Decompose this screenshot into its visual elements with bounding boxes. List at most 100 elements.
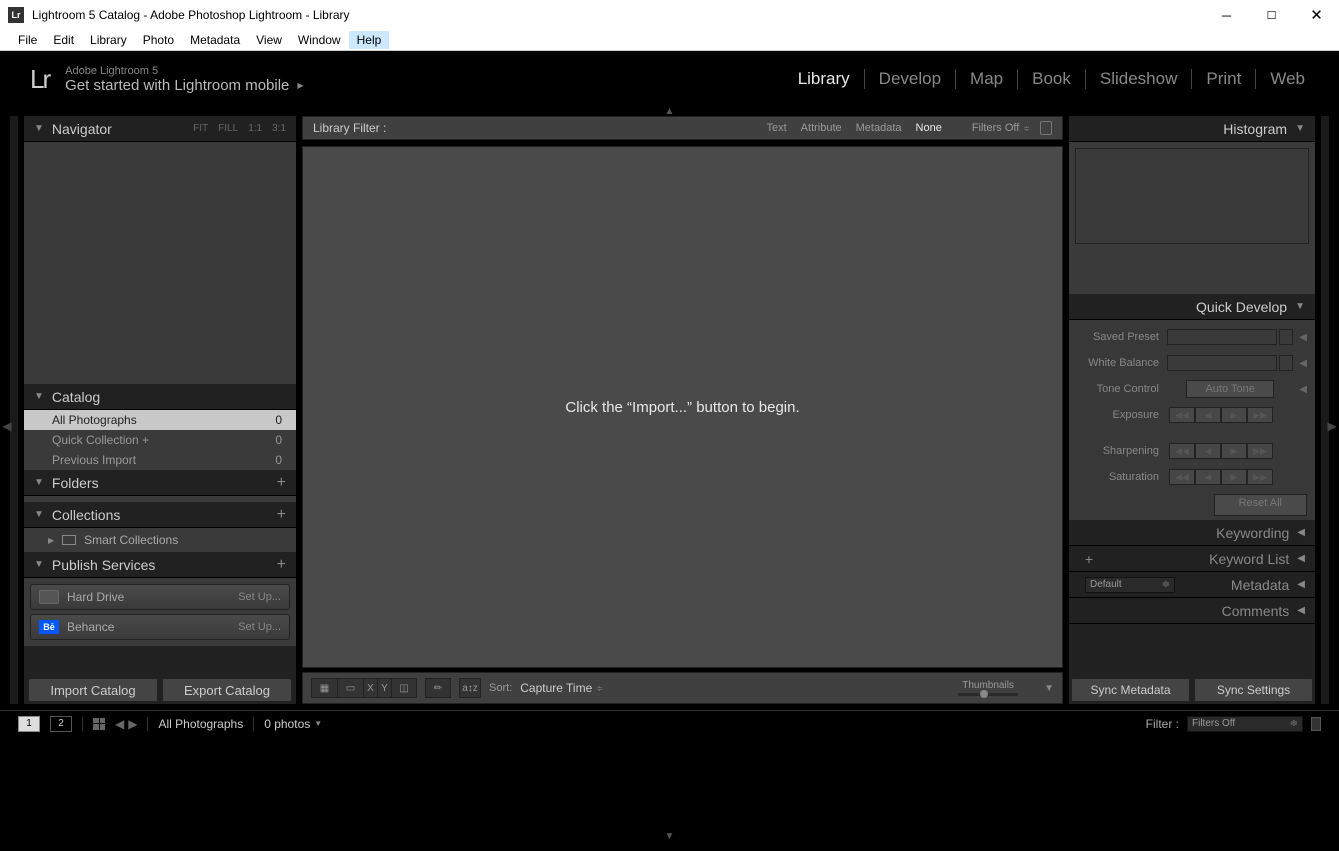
- collection-smart-collections[interactable]: ▶ Smart Collections: [24, 528, 296, 552]
- view-people-button[interactable]: ◫: [391, 678, 417, 698]
- catalog-previous-import[interactable]: Previous Import 0: [24, 450, 296, 470]
- section-toggle-icon[interactable]: ◀: [1299, 358, 1307, 369]
- painter-tool-button[interactable]: ✏: [425, 678, 451, 698]
- filter-metadata[interactable]: Metadata: [856, 122, 902, 134]
- stepper-icon[interactable]: [1279, 355, 1293, 371]
- module-book[interactable]: Book: [1018, 69, 1085, 89]
- stepper-icon[interactable]: [1279, 329, 1293, 345]
- folders-header[interactable]: ▼ Folders +: [24, 470, 296, 496]
- decrease-large-button[interactable]: ◀◀: [1169, 407, 1195, 423]
- filter-none[interactable]: None: [916, 122, 942, 134]
- menu-metadata[interactable]: Metadata: [182, 31, 248, 49]
- publish-setup-link[interactable]: Set Up...: [238, 621, 281, 633]
- menu-help[interactable]: Help: [349, 31, 390, 49]
- zoom-fill[interactable]: FILL: [218, 123, 238, 134]
- section-toggle-icon[interactable]: ◀: [1299, 332, 1307, 343]
- thumbnail-size-slider[interactable]: [958, 693, 1018, 696]
- zoom-1to1[interactable]: 1:1: [248, 123, 262, 134]
- decrease-large-button[interactable]: ◀◀: [1169, 469, 1195, 485]
- filmstrip-count[interactable]: 0 photos ▼: [264, 717, 322, 731]
- increase-button[interactable]: ▶: [1221, 469, 1247, 485]
- module-library[interactable]: Library: [784, 69, 864, 89]
- nav-back-button[interactable]: ◀: [115, 717, 124, 731]
- saved-preset-select[interactable]: [1167, 329, 1277, 345]
- library-grid[interactable]: Click the “Import...” button to begin.: [302, 146, 1063, 668]
- publish-setup-link[interactable]: Set Up...: [238, 591, 281, 603]
- publish-header[interactable]: ▼ Publish Services +: [24, 552, 296, 578]
- filmstrip[interactable]: [0, 736, 1339, 832]
- filter-preset-dropdown[interactable]: Filters Off: [972, 122, 1019, 134]
- module-slideshow[interactable]: Slideshow: [1086, 69, 1192, 89]
- menu-window[interactable]: Window: [290, 31, 349, 49]
- close-button[interactable]: ✕: [1294, 0, 1339, 30]
- top-panel-grip[interactable]: ▲: [0, 107, 1339, 116]
- identity-main[interactable]: Get started with Lightroom mobile ▶: [65, 77, 784, 94]
- metadata-preset-select[interactable]: Default: [1085, 577, 1175, 593]
- menu-library[interactable]: Library: [82, 31, 135, 49]
- menu-view[interactable]: View: [248, 31, 290, 49]
- view-compare-button[interactable]: X: [363, 678, 377, 698]
- filmstrip-filter-select[interactable]: Filters Off: [1187, 716, 1303, 732]
- zoom-fit[interactable]: FIT: [193, 123, 208, 134]
- catalog-quick-collection[interactable]: Quick Collection + 0: [24, 430, 296, 450]
- zoom-3to1[interactable]: 3:1: [272, 123, 286, 134]
- sort-direction-button[interactable]: a↕z: [459, 678, 481, 698]
- right-scrollbar[interactable]: [1321, 116, 1329, 704]
- filmstrip-path[interactable]: All Photographs: [158, 717, 243, 731]
- increase-large-button[interactable]: ▶▶: [1247, 443, 1273, 459]
- menu-edit[interactable]: Edit: [45, 31, 82, 49]
- monitor-2-button[interactable]: 2: [50, 716, 72, 732]
- increase-button[interactable]: ▶: [1221, 407, 1247, 423]
- add-collection-button[interactable]: +: [277, 506, 286, 524]
- grid-view-icon[interactable]: [93, 718, 105, 730]
- left-panel-grip[interactable]: ◀: [0, 411, 14, 441]
- right-panel-grip[interactable]: ▶: [1325, 411, 1339, 441]
- decrease-button[interactable]: ◀: [1195, 469, 1221, 485]
- view-loupe-button[interactable]: ▭: [337, 678, 363, 698]
- auto-tone-button[interactable]: Auto Tone: [1186, 380, 1273, 398]
- catalog-header[interactable]: ▼ Catalog: [24, 384, 296, 410]
- sort-dropdown[interactable]: Capture Time ≑: [520, 681, 603, 695]
- monitor-1-button[interactable]: 1: [18, 716, 40, 732]
- nav-forward-button[interactable]: ▶: [128, 717, 137, 731]
- expand-icon[interactable]: ▶: [48, 536, 54, 545]
- increase-button[interactable]: ▶: [1221, 443, 1247, 459]
- export-catalog-button[interactable]: Export Catalog: [162, 678, 292, 702]
- maximize-button[interactable]: ☐: [1249, 0, 1294, 30]
- publish-behance[interactable]: Bē Behance Set Up...: [30, 614, 290, 640]
- histogram-header[interactable]: Histogram ▼: [1069, 116, 1315, 142]
- menu-photo[interactable]: Photo: [135, 31, 182, 49]
- increase-large-button[interactable]: ▶▶: [1247, 469, 1273, 485]
- filter-text[interactable]: Text: [766, 122, 786, 134]
- slider-thumb[interactable]: [980, 690, 988, 698]
- white-balance-select[interactable]: [1167, 355, 1277, 371]
- collections-header[interactable]: ▼ Collections +: [24, 502, 296, 528]
- view-survey-button[interactable]: Y: [377, 678, 391, 698]
- decrease-button[interactable]: ◀: [1195, 443, 1221, 459]
- catalog-all-photographs[interactable]: All Photographs 0: [24, 410, 296, 430]
- add-folder-button[interactable]: +: [277, 474, 286, 492]
- bottom-panel-grip[interactable]: ▼: [0, 832, 1339, 841]
- publish-hard-drive[interactable]: Hard Drive Set Up...: [30, 584, 290, 610]
- toolbar-menu[interactable]: ▼: [1044, 683, 1054, 694]
- comments-header[interactable]: Comments ◀: [1069, 598, 1315, 624]
- filter-switch[interactable]: [1311, 717, 1321, 731]
- keywording-header[interactable]: Keywording ◀: [1069, 520, 1315, 546]
- left-scrollbar[interactable]: [10, 116, 18, 704]
- increase-large-button[interactable]: ▶▶: [1247, 407, 1273, 423]
- keyword-list-header[interactable]: + Keyword List ◀: [1069, 546, 1315, 572]
- add-keyword-button[interactable]: +: [1079, 549, 1099, 569]
- sync-settings-button[interactable]: Sync Settings: [1194, 678, 1313, 702]
- decrease-large-button[interactable]: ◀◀: [1169, 443, 1195, 459]
- filter-attribute[interactable]: Attribute: [801, 122, 842, 134]
- view-grid-button[interactable]: ▦: [311, 678, 337, 698]
- module-print[interactable]: Print: [1192, 69, 1255, 89]
- add-publish-button[interactable]: +: [277, 556, 286, 574]
- minimize-button[interactable]: [1204, 0, 1249, 30]
- decrease-button[interactable]: ◀: [1195, 407, 1221, 423]
- sync-metadata-button[interactable]: Sync Metadata: [1071, 678, 1190, 702]
- lock-icon[interactable]: [1040, 121, 1052, 135]
- section-toggle-icon[interactable]: ◀: [1299, 384, 1307, 395]
- module-develop[interactable]: Develop: [865, 69, 955, 89]
- menu-file[interactable]: File: [10, 31, 45, 49]
